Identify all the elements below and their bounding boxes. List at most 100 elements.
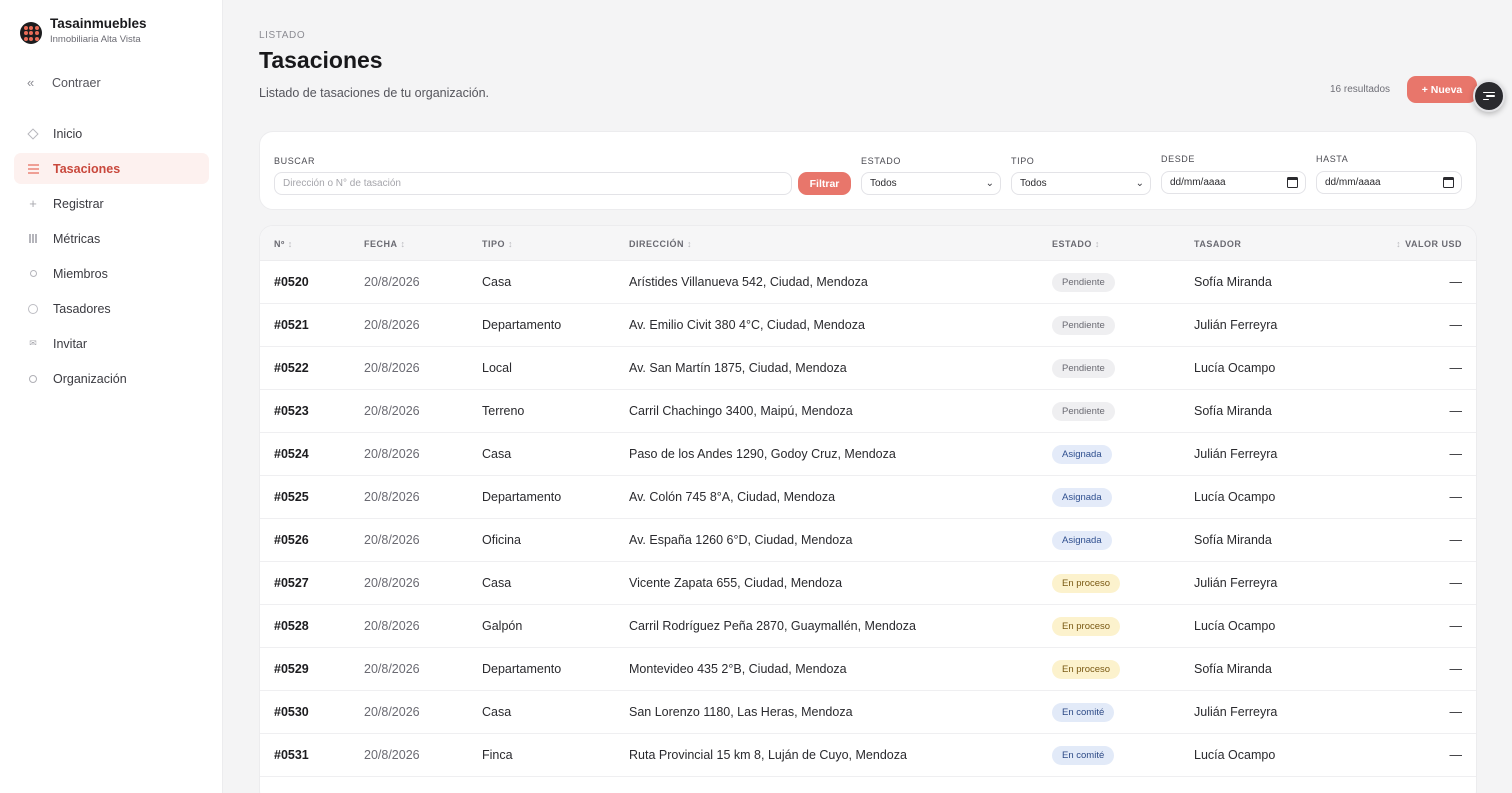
sidebar-item-registrar[interactable]: + Registrar	[14, 188, 209, 219]
cell-direccion: Av. España 1260 6°D, Ciudad, Mendoza	[629, 533, 853, 547]
cell-num: #0523	[274, 404, 309, 418]
floating-menu-button[interactable]	[1473, 80, 1505, 112]
cell-direccion: San Lorenzo 1180, Las Heras, Mendoza	[629, 705, 853, 719]
hasta-date-value: dd/mm/aaaa	[1325, 177, 1381, 188]
cell-valor: —	[1449, 404, 1463, 418]
sidebar-item-label: Tasaciones	[53, 161, 121, 176]
sidebar-item-label: Registrar	[53, 196, 104, 211]
column-header-tipo[interactable]: TIPO ↕	[482, 239, 513, 249]
chevron-down-icon: ⌄	[985, 178, 994, 189]
cell-fecha: 20/8/2026	[364, 576, 420, 590]
cell-valor: —	[1449, 318, 1463, 332]
calendar-icon[interactable]	[1443, 177, 1454, 188]
table-row[interactable]: #0531 20/8/2026 Finca Ruta Provincial 15 km…	[260, 734, 1476, 777]
gear-icon	[27, 373, 39, 385]
sidebar-item-tasaciones[interactable]: Tasaciones	[14, 153, 209, 184]
cell-num: #0527	[274, 576, 309, 590]
calendar-icon[interactable]	[1287, 177, 1298, 188]
table-row[interactable]: #0530 20/8/2026 Casa San Lorenzo 1180, Las …	[260, 691, 1476, 734]
cell-num: #0522	[274, 361, 309, 375]
cell-tipo: Departamento	[482, 662, 562, 676]
cell-fecha: 20/8/2026	[364, 447, 420, 461]
brand-name: Tasainmuebles	[50, 16, 147, 31]
status-badge: Pendiente	[1052, 316, 1115, 335]
table-body: #0520 20/8/2026 Casa Arístides Villanueva 5…	[260, 261, 1476, 777]
cell-fecha: 20/8/2026	[364, 748, 420, 762]
cell-tasador: Julián Ferreyra	[1194, 447, 1278, 461]
status-badge: Asignada	[1052, 445, 1112, 464]
table-row[interactable]: #0526 20/8/2026 Oficina Av. España 1260 6°D…	[260, 519, 1476, 562]
cell-tipo: Casa	[482, 447, 512, 461]
status-badge: Pendiente	[1052, 359, 1115, 378]
cell-num: #0528	[274, 619, 309, 633]
cell-tipo: Terreno	[482, 404, 525, 418]
column-header-direccion[interactable]: DIRECCIÓN ↕	[629, 239, 692, 249]
cell-direccion: Vicente Zapata 655, Ciudad, Mendoza	[629, 576, 843, 590]
mail-icon: ✉	[29, 338, 37, 348]
status-badge: En comité	[1052, 746, 1115, 765]
column-header-fecha[interactable]: FECHA ↕	[364, 239, 406, 249]
tipo-select[interactable]: Todos ⌄	[1011, 172, 1151, 195]
table-row[interactable]: #0521 20/8/2026 Departamento Av. Emilio Civ…	[260, 304, 1476, 347]
column-header-tasador: TASADOR	[1194, 239, 1242, 249]
cell-fecha: 20/8/2026	[364, 705, 420, 719]
page-title: Tasaciones	[259, 47, 383, 73]
sidebar-item-label: Invitar	[53, 336, 88, 351]
sidebar-item-invitar[interactable]: ✉ Invitar	[14, 328, 209, 359]
column-header-num[interactable]: Nº ↕	[274, 239, 293, 249]
cell-tipo: Casa	[482, 275, 512, 289]
cell-valor: —	[1449, 619, 1463, 633]
table-row[interactable]: #0520 20/8/2026 Casa Arístides Villanueva 5…	[260, 261, 1476, 304]
sidebar-nav: Inicio Tasaciones + Registrar Métricas M…	[14, 118, 209, 398]
estado-label: ESTADO	[861, 156, 901, 166]
cell-tipo: Galpón	[482, 619, 523, 633]
desde-date-input[interactable]: dd/mm/aaaa	[1161, 171, 1306, 194]
cell-valor: —	[1449, 662, 1463, 676]
cell-num: #0530	[274, 705, 309, 719]
table-row[interactable]: #0523 20/8/2026 Terreno Carril Chachingo 34…	[260, 390, 1476, 433]
sidebar-item-inicio[interactable]: Inicio	[14, 118, 209, 149]
cell-num: #0520	[274, 275, 309, 289]
cell-direccion: Montevideo 435 2°B, Ciudad, Mendoza	[629, 662, 847, 676]
sidebar-item-label: Organización	[53, 371, 127, 386]
cell-fecha: 20/8/2026	[364, 619, 420, 633]
cell-valor: —	[1449, 275, 1463, 289]
members-icon	[27, 268, 39, 280]
cell-direccion: Av. San Martín 1875, Ciudad, Mendoza	[629, 361, 847, 375]
search-input[interactable]: Dirección o N° de tasación	[274, 172, 792, 195]
sidebar-item-label: Tasadores	[53, 301, 111, 316]
table-row[interactable]: #0527 20/8/2026 Casa Vicente Zapata 655, Ci…	[260, 562, 1476, 605]
cell-tasador: Sofía Miranda	[1194, 662, 1272, 676]
table-row[interactable]: #0522 20/8/2026 Local Av. San Martín 1875, …	[260, 347, 1476, 390]
status-badge: En comité	[1052, 703, 1115, 722]
estado-select[interactable]: Todos ⌄	[861, 172, 1001, 195]
sidebar-item-tasadores[interactable]: Tasadores	[14, 293, 209, 324]
brand[interactable]: Tasainmuebles Inmobiliaria Alta Vista	[20, 16, 147, 45]
cell-valor: —	[1449, 748, 1463, 762]
table-row[interactable]: #0525 20/8/2026 Departamento Av. Colón 745 …	[260, 476, 1476, 519]
table-row[interactable]: #0524 20/8/2026 Casa Paso de los Andes 1290…	[260, 433, 1476, 476]
new-appraisal-button[interactable]: + Nueva	[1407, 76, 1477, 103]
table-row[interactable]: #0529 20/8/2026 Departamento Montevideo 435…	[260, 648, 1476, 691]
hasta-date-input[interactable]: dd/mm/aaaa	[1316, 171, 1462, 194]
sidebar-item-miembros[interactable]: Miembros	[14, 258, 209, 289]
appraisals-table: Nº ↕ FECHA ↕ TIPO ↕ DIRECCIÓN ↕ ESTADO ↕ TASA…	[259, 225, 1477, 793]
cell-direccion: Ruta Provincial 15 km 8, Luján de Cuyo, …	[629, 748, 907, 762]
cell-direccion: Av. Colón 745 8°A, Ciudad, Mendoza	[629, 490, 836, 504]
cell-num: #0524	[274, 447, 309, 461]
sidebar-item-organizacion[interactable]: Organización	[14, 363, 209, 394]
cell-direccion: Carril Rodríguez Peña 2870, Guaymallén, …	[629, 619, 916, 633]
sidebar-item-label: Miembros	[53, 266, 108, 281]
collapse-sidebar-button[interactable]: « Contraer	[27, 75, 101, 90]
table-row[interactable]: #0528 20/8/2026 Galpón Carril Rodríguez Peñ…	[260, 605, 1476, 648]
tipo-select-value: Todos	[1020, 178, 1047, 189]
hasta-label: HASTA	[1316, 154, 1349, 164]
column-header-valor[interactable]: ↕ VALOR USD	[1396, 239, 1462, 249]
sidebar-item-label: Métricas	[53, 231, 101, 246]
page-subtitle: Listado de tasaciones de tu organización…	[259, 86, 490, 100]
column-header-estado[interactable]: ESTADO ↕	[1052, 239, 1100, 249]
sidebar-item-metricas[interactable]: Métricas	[14, 223, 209, 254]
filter-button[interactable]: Filtrar	[798, 172, 851, 195]
sort-icon: ↕	[400, 239, 406, 249]
chevron-down-icon: ⌄	[1135, 178, 1144, 189]
